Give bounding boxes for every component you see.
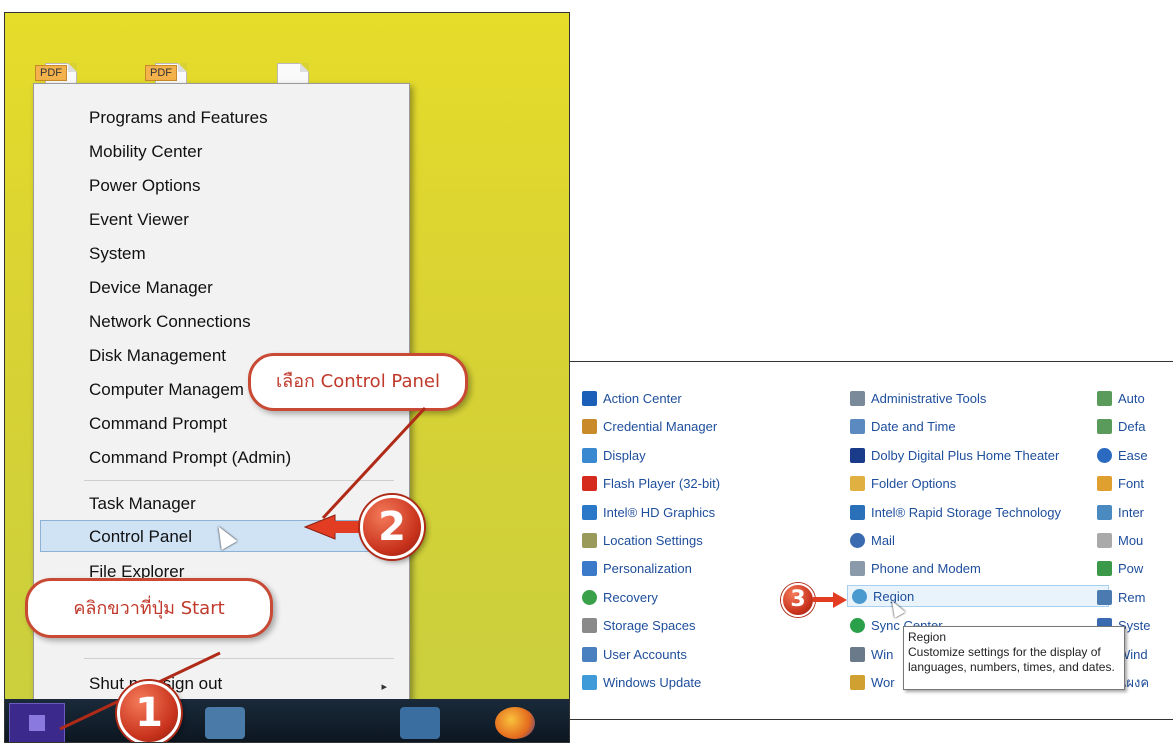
dolby-icon — [850, 448, 865, 463]
mail-icon — [850, 533, 865, 548]
cp-item[interactable]: Pow — [1097, 558, 1143, 580]
recovery-icon — [582, 590, 597, 605]
phone-modem-icon — [850, 561, 865, 576]
personalization-icon — [582, 561, 597, 576]
ease-of-access-icon — [1097, 448, 1112, 463]
sync-icon — [850, 618, 865, 633]
internet-options-icon — [1097, 505, 1112, 520]
cp-item[interactable]: Flash Player (32-bit) — [582, 473, 720, 495]
fonts-icon — [1097, 476, 1112, 491]
callout-right-click-start: คลิกขวาที่ปุ่ม Start — [25, 578, 273, 638]
display-icon — [582, 448, 597, 463]
cp-item[interactable]: Personalization — [582, 558, 692, 580]
users-icon — [582, 647, 597, 662]
clock-icon — [850, 419, 865, 434]
cp-item[interactable]: Intel® Rapid Storage Technology — [850, 502, 1061, 524]
cp-item[interactable]: Auto — [1097, 388, 1145, 410]
cp-item[interactable]: Recovery — [582, 587, 658, 609]
folder-icon — [850, 476, 865, 491]
control-panel-item-icon — [850, 647, 865, 662]
cp-item[interactable]: Windows Update — [582, 672, 701, 694]
cp-item[interactable]: Mou — [1097, 530, 1143, 552]
cp-item[interactable]: Dolby Digital Plus Home Theater — [850, 445, 1059, 467]
cp-item[interactable]: Win — [850, 644, 893, 666]
tooltip-text: Customize settings for the display of la… — [908, 645, 1115, 674]
cp-item[interactable]: Administrative Tools — [850, 388, 986, 410]
cp-item[interactable]: Action Center — [582, 388, 682, 410]
control-panel-item-icon — [1097, 419, 1112, 434]
cp-item[interactable]: Folder Options — [850, 473, 956, 495]
arrow-to-control-panel — [303, 514, 336, 540]
admin-tools-icon — [850, 391, 865, 406]
control-panel-window: Action Center Credential Manager Display… — [569, 361, 1173, 720]
globe-icon — [852, 589, 867, 604]
cp-item[interactable]: Inter — [1097, 502, 1144, 524]
mouse-icon — [1097, 533, 1112, 548]
cp-item[interactable]: Date and Time — [850, 416, 956, 438]
cp-item[interactable]: Location Settings — [582, 530, 703, 552]
cp-item[interactable]: Storage Spaces — [582, 615, 696, 637]
windows-update-icon — [582, 675, 597, 690]
tooltip-title: Region — [908, 630, 947, 644]
remote-app-icon — [1097, 590, 1112, 605]
intel-storage-icon — [850, 505, 865, 520]
cp-item[interactable]: User Accounts — [582, 644, 687, 666]
step-1-badge: 1 — [117, 681, 181, 742]
region-tooltip: Region Customize settings for the displa… — [903, 626, 1125, 690]
step-2-badge: 2 — [360, 495, 424, 559]
cp-item[interactable]: Font — [1097, 473, 1144, 495]
cp-item[interactable]: Credential Manager — [582, 416, 717, 438]
vault-icon — [582, 419, 597, 434]
cp-item[interactable]: Rem — [1097, 587, 1145, 609]
intel-graphics-icon — [582, 505, 597, 520]
control-panel-item-icon — [1097, 391, 1112, 406]
storage-icon — [582, 618, 597, 633]
cp-item[interactable]: Display — [582, 445, 646, 467]
cp-item[interactable]: Ease — [1097, 445, 1148, 467]
cp-item[interactable]: Mail — [850, 530, 895, 552]
desktop-screenshot: PDF PDF Programs and Features Mobility C… — [4, 12, 570, 743]
control-panel-item-icon — [850, 675, 865, 690]
cp-item[interactable]: Wor — [850, 672, 895, 694]
step-3-badge: 3 — [781, 583, 815, 617]
flash-icon — [582, 476, 597, 491]
cp-item[interactable]: Defa — [1097, 416, 1145, 438]
power-icon — [1097, 561, 1112, 576]
flag-icon — [582, 391, 597, 406]
location-icon — [582, 533, 597, 548]
arrow-to-region — [813, 592, 847, 608]
cp-item[interactable]: Phone and Modem — [850, 558, 981, 580]
arrow-shaft — [333, 521, 363, 533]
cp-item[interactable]: Intel® HD Graphics — [582, 502, 715, 524]
